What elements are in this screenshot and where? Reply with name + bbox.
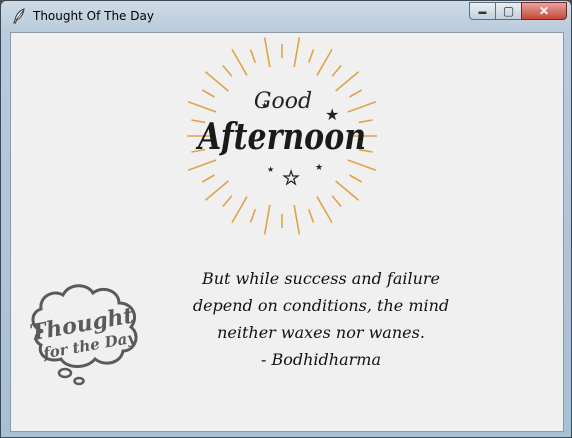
star-icon: ★ <box>261 101 268 110</box>
sunburst-ray <box>187 101 217 113</box>
sunburst-ray <box>204 180 229 201</box>
sunburst-ray <box>249 49 257 63</box>
sunburst-ray <box>331 195 342 207</box>
close-icon: ✕ <box>538 4 550 18</box>
sunburst-ray <box>201 89 215 98</box>
sunburst-ray <box>335 180 360 201</box>
star-icon: ★ <box>315 162 323 172</box>
window-title: Thought Of The Day <box>33 9 154 23</box>
thought-for-the-day-logo: Thought for the Day <box>28 284 138 386</box>
sunburst-ray <box>347 101 377 113</box>
content-area: Good Afternoon ★ ★ ★ ★ ★ But while succe… <box>10 32 564 432</box>
sunburst-ray <box>307 209 315 223</box>
sunburst-ray <box>316 196 333 224</box>
quote-line: neither waxes nor wanes. <box>217 323 425 342</box>
sunburst-ray <box>293 204 301 235</box>
minimize-button[interactable]: ▬ <box>469 2 495 20</box>
sunburst-ray <box>349 174 363 183</box>
sunburst-ray <box>331 65 342 77</box>
greeting-afternoon: Afternoon <box>196 116 366 158</box>
sunburst-ray <box>349 89 363 98</box>
sunburst-ray <box>307 49 315 63</box>
sunburst-ray <box>316 48 333 76</box>
quote-line: But while success and failure <box>201 269 441 288</box>
star-icon: ★ <box>325 107 339 124</box>
maximize-icon: ▢ <box>502 4 515 18</box>
sunburst-ray <box>335 71 360 92</box>
app-window: Thought Of The Day ▬ ▢ ✕ Good Afternoon … <box>0 0 572 438</box>
star-icon: ★ <box>267 165 274 174</box>
title-bar[interactable]: Thought Of The Day ▬ ▢ ✕ <box>1 1 571 31</box>
star-icon: ★ <box>283 168 299 188</box>
feather-icon <box>13 8 25 24</box>
maximize-button[interactable]: ▢ <box>495 2 521 20</box>
sunburst-ray <box>222 195 233 207</box>
sunburst-ray <box>231 48 248 76</box>
close-button[interactable]: ✕ <box>521 2 567 20</box>
sunburst-ray <box>201 174 215 183</box>
sunburst-ray <box>347 159 377 171</box>
sunburst-ray <box>249 209 257 223</box>
sunburst-ray <box>263 204 271 235</box>
sunburst-ray <box>187 159 217 171</box>
good-afternoon-image: Good Afternoon ★ ★ ★ ★ ★ <box>187 37 377 235</box>
sunburst-ray <box>222 65 233 77</box>
quote-line: depend on conditions, the mind <box>192 296 450 315</box>
sunburst-ray <box>231 196 248 224</box>
sunburst-ray <box>263 37 271 68</box>
sunburst-ray <box>293 37 301 68</box>
minimize-icon: ▬ <box>478 6 487 16</box>
quote-author: - Bodhidharma <box>261 350 381 369</box>
quote-block: But while success and failure depend on … <box>151 265 491 373</box>
sunburst-ray <box>204 71 229 92</box>
